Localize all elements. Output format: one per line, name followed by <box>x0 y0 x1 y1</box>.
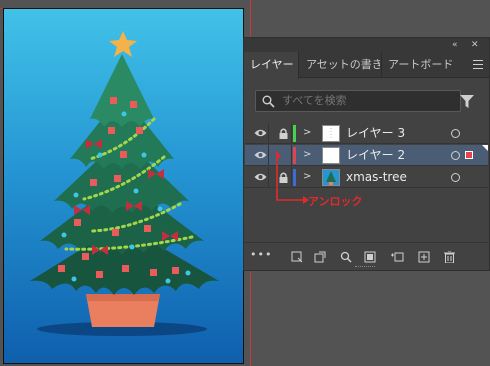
search-icon <box>262 95 275 108</box>
divider <box>268 145 269 166</box>
artboard[interactable] <box>0 0 252 366</box>
visibility-eye-icon[interactable] <box>254 150 267 160</box>
panel-title-bar[interactable]: « ✕ <box>244 38 489 52</box>
expand-chevron-icon[interactable]: > <box>303 127 311 139</box>
filter-icon[interactable] <box>460 95 474 108</box>
locate-object-icon[interactable] <box>314 251 326 263</box>
new-layer-icon[interactable] <box>418 251 430 263</box>
workspace: « ✕ レイヤー アセットの書き出し アートボード <box>0 0 490 366</box>
divider <box>268 167 269 188</box>
layer-name[interactable]: レイヤー 2 <box>346 145 405 166</box>
search-zoom-icon[interactable] <box>340 251 352 263</box>
layer-thumbnail <box>322 147 340 164</box>
artboard-canvas[interactable] <box>3 8 244 364</box>
annotation-arrow <box>276 151 309 204</box>
close-panel-button[interactable]: ✕ <box>471 39 479 51</box>
layer-thumbnail <box>322 169 340 186</box>
target-circle-icon[interactable] <box>451 129 460 138</box>
new-sublayer-icon[interactable] <box>390 251 404 263</box>
search-input[interactable] <box>282 91 452 111</box>
layer-name[interactable]: レイヤー 3 <box>346 123 405 144</box>
christmas-tree-illustration[interactable] <box>4 9 245 365</box>
tab-layers[interactable]: レイヤー <box>244 52 299 79</box>
selection-indicator[interactable] <box>465 151 473 159</box>
tab-artboards[interactable]: アートボード <box>381 52 453 78</box>
lock-icon[interactable] <box>279 128 288 139</box>
annotation-label: アンロック <box>308 195 363 208</box>
tree-tier-1 <box>90 54 154 127</box>
more-icon[interactable]: ••• <box>250 249 272 261</box>
layer-color-bar <box>293 125 296 142</box>
clipping-mask-icon[interactable] <box>364 251 376 263</box>
layer-name[interactable]: xmas-tree <box>346 167 407 188</box>
target-circle-icon[interactable] <box>451 173 460 182</box>
layer-row-layer3[interactable]: > レイヤー 3 <box>245 123 488 144</box>
delete-icon[interactable] <box>444 251 455 263</box>
collect-for-export-icon[interactable] <box>291 251 303 263</box>
collapse-panel-button[interactable]: « <box>452 39 458 51</box>
visibility-eye-icon[interactable] <box>254 172 267 182</box>
visibility-eye-icon[interactable] <box>254 128 267 138</box>
panel-tabs: レイヤー アセットの書き出し アートボード <box>244 52 489 79</box>
divider <box>268 123 269 144</box>
target-circle-icon[interactable] <box>451 151 460 160</box>
hamburger-menu-icon[interactable] <box>473 60 483 69</box>
tab-asset-export[interactable]: アセットの書き出し <box>300 52 380 78</box>
layer-thumbnail <box>322 125 340 142</box>
divider <box>291 123 292 144</box>
current-layer-flag-icon <box>482 145 488 151</box>
search-field[interactable] <box>255 90 461 112</box>
tree-star <box>109 31 137 57</box>
artboard-edge-guide-top <box>0 8 3 9</box>
panel-resize-grip[interactable] <box>355 266 375 269</box>
